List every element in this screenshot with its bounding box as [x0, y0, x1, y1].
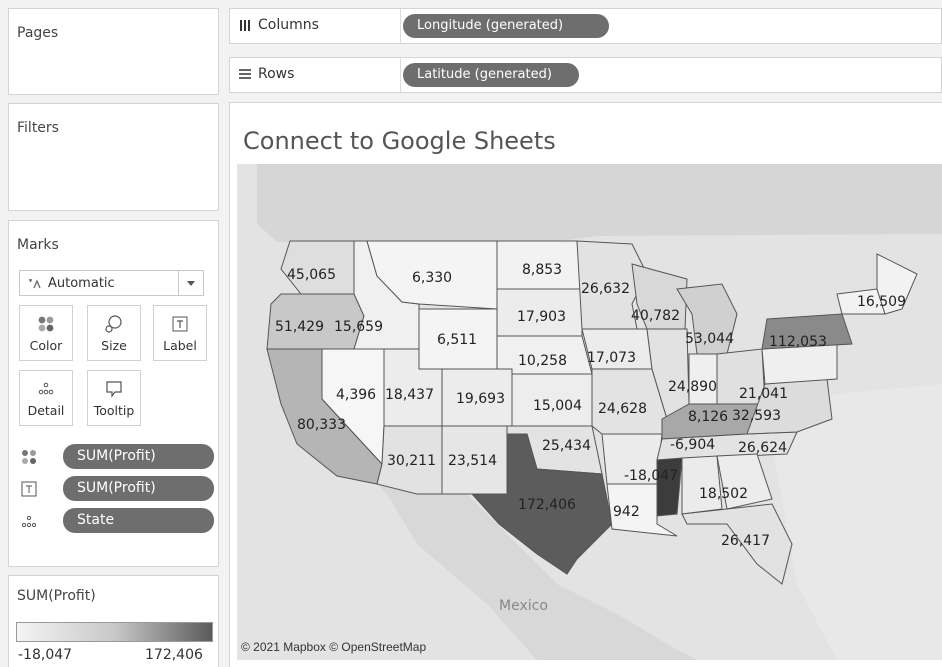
label-nevada: 4,396 [336, 387, 376, 403]
state-alabama[interactable] [681, 455, 723, 515]
automatic-mark-icon [29, 278, 41, 288]
label-button[interactable]: Label [153, 305, 207, 361]
latitude-pill[interactable]: Latitude (generated) [403, 63, 579, 87]
label-utah: 18,437 [385, 387, 434, 403]
tooltip-button[interactable]: Tooltip [87, 370, 141, 426]
marks-color-pill-row: SUM(Profit) [19, 443, 214, 469]
marks-detail-pill-row: State [19, 507, 214, 533]
legend-title: SUM(Profit) [17, 588, 96, 604]
map-copyright[interactable]: © 2021 Mapbox © OpenStreetMap [241, 640, 426, 654]
shelf-divider [400, 58, 401, 92]
detail-button[interactable]: Detail [19, 370, 73, 426]
view-title: Connect to Google Sheets [243, 127, 556, 155]
pages-shelf[interactable]: Pages [8, 8, 219, 95]
map-svg: Mexico 45,065 51,429 80,333 15,659 4,396… [237, 164, 942, 660]
sum-profit-color-pill[interactable]: SUM(Profit) [63, 444, 214, 469]
color-icon [38, 316, 54, 332]
state-detail-pill[interactable]: State [63, 508, 214, 533]
rows-icon [239, 69, 251, 79]
detail-icon [38, 382, 54, 395]
columns-shelf-label: Columns [238, 17, 319, 33]
size-button[interactable]: Size [87, 305, 141, 361]
label-label: Label [163, 338, 197, 353]
longitude-pill[interactable]: Longitude (generated) [403, 14, 609, 38]
label-nebraska: 10,258 [518, 353, 567, 369]
shelf-divider [400, 9, 401, 43]
legend-max-value: 172,406 [145, 647, 203, 663]
label-new-mexico: 23,514 [448, 453, 497, 469]
label-south-dakota: 17,903 [517, 309, 566, 325]
color-icon [22, 450, 36, 464]
label-minnesota: 26,632 [581, 281, 630, 297]
legend-gradient-bar[interactable] [16, 622, 213, 642]
mexico-basemap-label: Mexico [499, 598, 548, 614]
columns-icon [240, 20, 250, 31]
size-icon [105, 315, 122, 333]
label-idaho: 15,659 [334, 319, 383, 335]
rows-shelf-label: Rows [238, 66, 294, 82]
label-washington: 45,065 [287, 267, 336, 283]
text-icon [172, 316, 188, 332]
columns-label-text: Columns [258, 17, 319, 33]
label-michigan: 53,044 [685, 331, 734, 347]
label-alabama: 18,502 [699, 486, 748, 502]
label-montana: 6,330 [412, 270, 452, 286]
label-california: 80,333 [297, 417, 346, 433]
rows-shelf[interactable]: Rows Latitude (generated) [229, 57, 942, 93]
label-wyoming: 6,511 [437, 332, 477, 348]
label-virginia: 32,593 [732, 408, 781, 424]
marks-title: Marks [17, 237, 59, 253]
filled-map[interactable]: Mexico 45,065 51,429 80,333 15,659 4,396… [237, 164, 942, 660]
size-label: Size [101, 338, 127, 353]
label-new-york: 112,053 [769, 334, 827, 350]
label-wisconsin: 40,782 [631, 308, 680, 324]
chevron-down-icon[interactable] [178, 271, 203, 295]
pages-title: Pages [17, 25, 59, 41]
label-tennessee: 26,624 [738, 440, 787, 456]
label-vermont: 16,509 [857, 294, 906, 310]
filters-title: Filters [17, 120, 59, 136]
rows-label-text: Rows [258, 66, 295, 82]
label-ohio: 21,041 [739, 386, 788, 402]
label-oregon: 51,429 [275, 319, 324, 335]
color-label: Color [29, 338, 63, 353]
filters-shelf[interactable]: Filters [8, 103, 219, 211]
label-kansas: 15,004 [533, 398, 582, 414]
canada-landmass [257, 164, 942, 244]
detail-icon [21, 515, 37, 528]
label-illinois: 24,890 [668, 379, 717, 395]
label-kentucky: -6,904 [670, 437, 715, 453]
state-pennsylvania[interactable] [761, 343, 838, 385]
columns-shelf[interactable]: Columns Longitude (generated) [229, 8, 942, 44]
marks-label-pill-row: SUM(Profit) [19, 475, 214, 501]
mark-type-dropdown[interactable]: Automatic [19, 270, 204, 296]
detail-label: Detail [27, 403, 65, 418]
label-texas: 172,406 [518, 497, 576, 513]
tooltip-label: Tooltip [93, 403, 135, 418]
marks-card: Marks Automatic Color Size Label Detail … [8, 220, 219, 567]
label-missouri: 24,628 [598, 401, 647, 417]
text-icon [21, 481, 37, 497]
label-indiana: 8,126 [688, 409, 728, 425]
mark-type-label: Automatic [48, 276, 115, 291]
sum-profit-label-pill[interactable]: SUM(Profit) [63, 476, 214, 501]
label-north-dakota: 8,853 [522, 262, 562, 278]
label-louisiana: 942 [613, 504, 640, 520]
tooltip-icon [106, 381, 122, 398]
label-arizona: 30,211 [387, 453, 436, 469]
label-mississippi: -18,047 [624, 468, 678, 484]
label-oklahoma: 25,434 [542, 438, 591, 454]
legend-min-value: -18,047 [18, 647, 73, 663]
color-button[interactable]: Color [19, 305, 73, 361]
label-florida: 26,417 [721, 533, 770, 549]
label-colorado: 19,693 [456, 391, 505, 407]
label-iowa: 17,073 [587, 350, 636, 366]
